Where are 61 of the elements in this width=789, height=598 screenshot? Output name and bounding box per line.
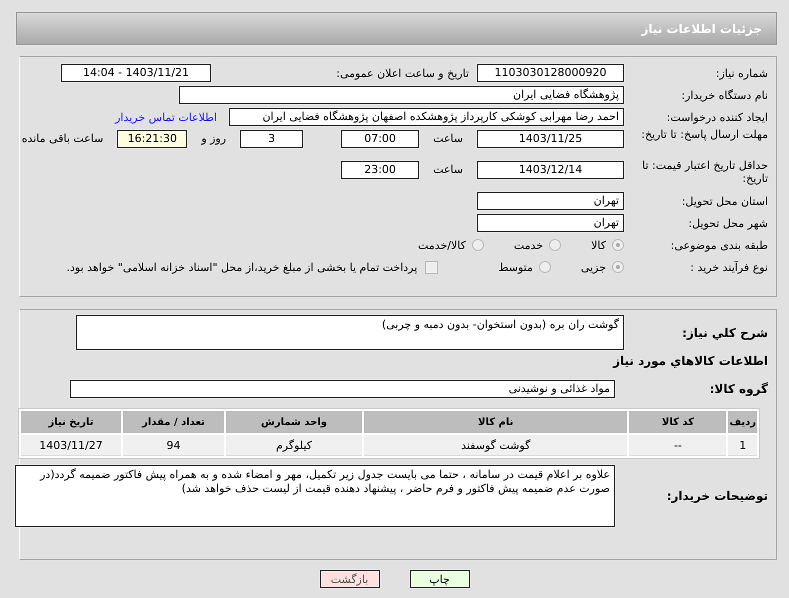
field-label: ساعت xyxy=(433,163,463,176)
table-cell: کیلوگرم xyxy=(226,435,362,456)
field-label: تاریخ و ساعت اعلان عمومی: xyxy=(335,66,469,80)
contact-link[interactable]: اطلاعات تماس خریدار xyxy=(115,110,217,124)
radio-button[interactable] xyxy=(472,239,484,251)
page-title: جزئیات اطلاعات نیاز xyxy=(641,22,762,36)
action-button[interactable]: بازگشت xyxy=(320,570,380,588)
field-label: حداقل تاریخ اعتبار قیمت: تا تاریخ: xyxy=(641,159,768,185)
radio-button[interactable] xyxy=(612,239,624,251)
text-field[interactable]: تهران xyxy=(477,214,624,232)
section-heading: اطلاعات کالاهاي مورد نياز xyxy=(612,354,768,368)
field-label: مهلت ارسال پاسخ: تا تاریخ: xyxy=(640,128,768,141)
table-cell: 94 xyxy=(123,435,224,456)
column-header: کد کالا xyxy=(629,411,726,433)
notes-textarea[interactable]: علاوه بر اعلام قیمت در سامانه ، حتما می بایست جدول زیر تکمیل، مهر و امضاء شده و به همراه پیش فاکتور ضمیمه گردد(در صورت عدم ضمیمه پیش فاکتور و فرم حاضر ، پیشنهاد دهنده قیمت از لیست حذف خواهد شد) xyxy=(15,465,615,527)
table-cell: 1403/11/27 xyxy=(21,435,121,456)
field-label: ایجاد کننده درخواست: xyxy=(666,110,768,124)
field-label: نام دستگاه خریدار: xyxy=(680,88,768,102)
field-label: نوع فرآیند خرید : xyxy=(689,260,768,274)
radio-label: جزیی xyxy=(580,260,606,274)
date-field[interactable]: 1403/12/14 xyxy=(477,161,624,179)
radio-label: کالا/خدمت xyxy=(418,238,466,252)
table-cell: 1 xyxy=(728,435,757,456)
days-field[interactable]: 3 xyxy=(240,130,304,148)
field-label: شماره نیاز: xyxy=(714,66,768,80)
field-label: ساعت xyxy=(433,132,463,145)
field-label: طبقه بندی موضوعی: xyxy=(670,238,768,252)
text-field[interactable]: مواد غذائی و نوشیدنی xyxy=(70,380,615,398)
action-button[interactable]: چاپ xyxy=(410,570,470,588)
table-cell: -- xyxy=(629,435,726,456)
field-label: روز و xyxy=(201,132,226,145)
time-field[interactable]: 23:00 xyxy=(341,161,420,179)
column-header: ردیف xyxy=(728,411,757,433)
radio-label: متوسط xyxy=(498,260,533,274)
radio-label: خدمت xyxy=(514,238,544,252)
time-field[interactable]: 07:00 xyxy=(341,130,420,148)
field-label: شهر محل تحویل: xyxy=(687,216,768,230)
radio-button[interactable] xyxy=(538,261,551,273)
radio-label: کالا xyxy=(591,238,606,252)
field-label: توضیحات خریدار: xyxy=(666,489,768,503)
column-header: تعداد / مقدار xyxy=(123,411,224,433)
radio-button[interactable] xyxy=(549,239,562,251)
field-label: گروه کالا: xyxy=(708,382,768,396)
text-field[interactable]: 1103030128000920 xyxy=(477,64,624,82)
description-textarea[interactable]: گوشت ران بره (بدون استخوان- بدون دمبه و چربی) xyxy=(76,315,624,350)
column-header: نام کالا xyxy=(364,411,628,433)
radio-button[interactable] xyxy=(612,261,624,273)
field-label: ساعت باقی مانده xyxy=(22,132,104,145)
text-field[interactable]: احمد رضا مهرابی کوشکی کارپرداز پژوهشکده اصفهان پژوهشگاه فضایی ایران xyxy=(229,108,624,126)
column-header: واحد شمارش xyxy=(226,411,362,433)
field-label: استان محل تحویل: xyxy=(680,194,768,208)
text-field[interactable]: پژوهشگاه فضایی ایران xyxy=(179,86,624,104)
checkbox-label: پرداخت تمام یا بخشی از مبلغ خرید،از محل "اسناد خزانه اسلامی" خواهد بود. xyxy=(66,260,418,274)
text-field[interactable]: تهران xyxy=(477,192,624,210)
remaining-time-field[interactable]: 16:21:30 xyxy=(117,130,188,148)
date-field[interactable]: 1403/11/25 xyxy=(477,130,624,148)
checkbox[interactable] xyxy=(425,260,438,274)
text-field[interactable]: 1403/11/21 - 14:04 xyxy=(61,64,211,82)
field-label: شرح کلي نياز: xyxy=(681,326,768,340)
table-cell: گوشت گوسفند xyxy=(364,435,628,456)
column-header: تاریخ نیاز xyxy=(21,411,121,433)
